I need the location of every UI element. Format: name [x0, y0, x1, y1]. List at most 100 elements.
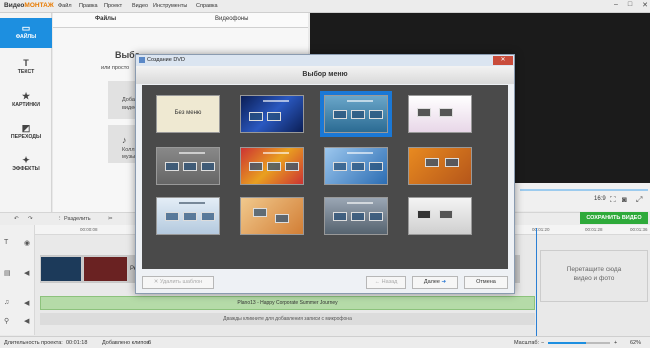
clips-value: 6	[148, 340, 152, 346]
ruler-tick: 00:01:28	[585, 227, 603, 232]
audio-clip[interactable]: Plano13 - Happy Corporate Summer Journey	[40, 296, 535, 310]
drop-text-2: видео и фото	[573, 275, 615, 282]
app-logo: ВидеоМОНТАЖ	[4, 2, 54, 9]
text-icon: T	[23, 58, 29, 68]
template-thumb[interactable]	[408, 197, 472, 235]
text-track-icon: T	[4, 239, 9, 246]
zoom-fill	[548, 342, 587, 344]
menu-help[interactable]: Справка	[196, 3, 218, 9]
split-button[interactable]: Разделить	[64, 216, 91, 222]
dvd-dialog: Создание DVD ✕ Выбор меню Без меню ✕ Уда…	[135, 54, 515, 294]
delete-label: Удалить шаблон	[159, 279, 203, 285]
template-thumb[interactable]	[408, 147, 472, 185]
duration-label: Длительность проекта:	[4, 340, 63, 346]
close-icon[interactable]: ✕	[642, 1, 648, 9]
cut-icon[interactable]: ✂	[108, 216, 113, 222]
aspect-ratio[interactable]: 16:9	[594, 196, 606, 202]
speaker-icon[interactable]: ◀	[24, 299, 29, 307]
video-clip[interactable]	[83, 256, 128, 282]
camera-icon[interactable]: ◙	[622, 195, 627, 204]
star-icon: ★	[21, 91, 31, 101]
eye-icon[interactable]: ◉	[24, 239, 30, 247]
save-video-button[interactable]: СОХРАНИТЬ ВИДЕО	[580, 212, 648, 224]
template-thumb[interactable]	[324, 147, 388, 185]
duration-value: 00:01:18	[66, 340, 88, 346]
delete-template-button[interactable]: ✕ Удалить шаблон	[142, 276, 214, 289]
effects-icon: ✦	[22, 155, 30, 165]
music-track-icon: ♫	[4, 299, 10, 306]
preview-seekbar[interactable]	[520, 189, 648, 191]
mic-icon: ⚲	[4, 318, 10, 325]
video-clip[interactable]	[40, 256, 82, 282]
sidebar-item-effects[interactable]: ✦ ЭФФЕКТЫ	[0, 150, 52, 180]
arrow-right-icon: ➔	[441, 279, 447, 285]
no-menu-label: Без меню	[174, 110, 202, 116]
undo-icon[interactable]: ↶	[14, 216, 19, 222]
template-thumb[interactable]	[324, 197, 388, 235]
music-note-icon: ♪	[122, 135, 127, 145]
dialog-titlebar: Создание DVD ✕	[136, 55, 514, 66]
drop-text-1: Перетащите сюда	[566, 266, 622, 273]
template-thumb[interactable]	[156, 147, 220, 185]
dialog-heading: Выбор меню	[136, 66, 514, 84]
maximize-icon[interactable]: □	[628, 1, 632, 9]
zoom-in-icon[interactable]: +	[614, 340, 617, 346]
next-label: Далее	[423, 279, 440, 285]
menu-video[interactable]: Видео	[132, 3, 148, 9]
fullscreen-icon[interactable]: ⛶	[610, 195, 616, 205]
folder-icon: ▭	[21, 23, 31, 33]
playhead[interactable]	[536, 228, 537, 336]
sidebar-item-text[interactable]: T ТЕКСТ	[0, 53, 52, 83]
clips-label: Добавлено клипов:	[102, 340, 151, 346]
ruler-tick: 00:01:20	[532, 227, 550, 232]
back-label: Назад	[381, 279, 398, 285]
ruler-tick: 00:01:36	[630, 227, 648, 232]
sidebar-item-files[interactable]: ▭ ФАЙЛЫ	[0, 18, 52, 48]
zoom-out-icon[interactable]: −	[541, 340, 544, 346]
track-headers: T ◉ ▤ ◀ ♫ ◀ ⚲ ◀	[0, 225, 35, 335]
transition-icon: ◩	[21, 123, 31, 133]
next-button[interactable]: Далее ➔	[412, 276, 458, 289]
menu-bar: ВидеоМОНТАЖ Файл Правка Проект Видео Инс…	[0, 0, 650, 13]
minimize-icon[interactable]: –	[614, 1, 618, 9]
zoom-label: Масштаб:	[514, 340, 540, 346]
tab-files[interactable]: Файлы	[95, 16, 116, 22]
template-thumb[interactable]	[240, 147, 304, 185]
window-controls: – □ ✕	[614, 1, 648, 9]
sidebar-item-images[interactable]: ★ КАРТИНКИ	[0, 86, 52, 116]
video-track-icon: ▤	[4, 270, 11, 277]
expand-icon[interactable]: ⤢	[636, 195, 642, 205]
dvd-icon	[139, 57, 145, 63]
zoom-value: 62%	[630, 340, 642, 346]
template-thumb[interactable]	[240, 197, 304, 235]
tab-bar: Файлы Видеофоны	[53, 13, 308, 28]
sidebar-item-transitions[interactable]: ◩ ПЕРЕХОДЫ	[0, 118, 52, 148]
sidebar: ▭ ФАЙЛЫ T ТЕКСТ ★ КАРТИНКИ ◩ ПЕРЕХОДЫ ✦ ЭФФЕК…	[0, 13, 52, 225]
dialog-close-button[interactable]: ✕	[493, 56, 513, 65]
menu-edit[interactable]: Правка	[79, 3, 98, 9]
menu-tools[interactable]: Инструменты	[153, 3, 187, 9]
menu-project[interactable]: Проект	[104, 3, 122, 9]
template-thumb[interactable]	[408, 95, 472, 133]
back-button[interactable]: ← Назад	[366, 276, 406, 289]
ruler-tick: 00:00:08	[80, 227, 98, 232]
menu-file[interactable]: Файл	[58, 3, 72, 9]
split-icon: ⋮	[57, 216, 63, 222]
zoom-slider[interactable]	[548, 342, 610, 344]
template-thumb[interactable]	[156, 197, 220, 235]
cancel-button[interactable]: Отмена	[464, 276, 508, 289]
voice-track[interactable]: Дважды кликните для добавления записи с …	[40, 313, 535, 325]
drop-zone[interactable]: Перетащите сюда видео и фото	[540, 250, 648, 302]
status-bar: Длительность проекта: 00:01:18 Добавлено…	[0, 336, 650, 348]
template-no-menu[interactable]: Без меню	[156, 95, 220, 133]
menu-template-grid: Без меню	[142, 85, 508, 269]
redo-icon[interactable]: ↷	[28, 216, 33, 222]
files-hint-subtitle: или просто	[101, 65, 130, 71]
dialog-buttons: ✕ Удалить шаблон ← Назад Далее ➔ Отмена	[136, 271, 514, 293]
dialog-title: Создание DVD	[147, 57, 185, 63]
tab-backgrounds[interactable]: Видеофоны	[215, 16, 248, 22]
template-thumb[interactable]	[240, 95, 304, 133]
speaker-icon[interactable]: ◀	[24, 317, 29, 325]
speaker-icon[interactable]: ◀	[24, 269, 29, 277]
template-thumb-selected[interactable]	[320, 91, 392, 137]
